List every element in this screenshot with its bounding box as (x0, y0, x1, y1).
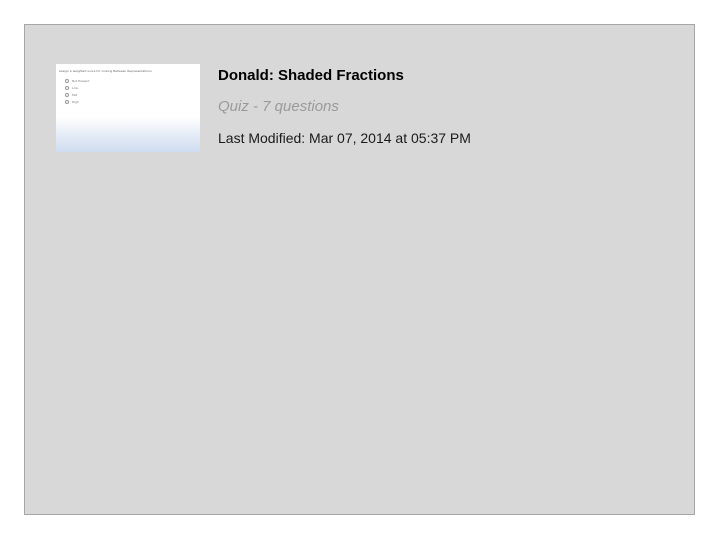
quiz-title[interactable]: Donald: Shaded Fractions (218, 66, 678, 86)
radio-icon (65, 79, 69, 83)
thumbnail-option: High (65, 100, 79, 104)
thumbnail-option: Mid (65, 93, 77, 97)
last-modified-text: Last Modified: Mar 07, 2014 at 05:37 PM (218, 130, 471, 146)
thumbnail-option-label: Mid (72, 93, 78, 97)
radio-icon (65, 93, 69, 97)
quiz-card[interactable]: Assign a weighted score for Linking Betw… (24, 24, 695, 515)
quiz-subtitle: Quiz - 7 questions (218, 98, 339, 115)
thumbnail-option-label: Not Present (72, 79, 90, 83)
radio-icon (65, 86, 69, 90)
quiz-info: Donald: Shaded Fractions Quiz - 7 questi… (218, 66, 678, 147)
thumbnail-option-label: High (72, 100, 79, 104)
thumbnail-option: Not Present (65, 79, 89, 83)
quiz-thumbnail[interactable]: Assign a weighted score for Linking Betw… (56, 64, 200, 152)
thumbnail-option-label: Low (72, 86, 78, 90)
thumbnail-option: Low (65, 86, 78, 90)
thumbnail-question-text: Assign a weighted score for Linking Betw… (59, 69, 152, 73)
radio-icon (65, 100, 69, 104)
